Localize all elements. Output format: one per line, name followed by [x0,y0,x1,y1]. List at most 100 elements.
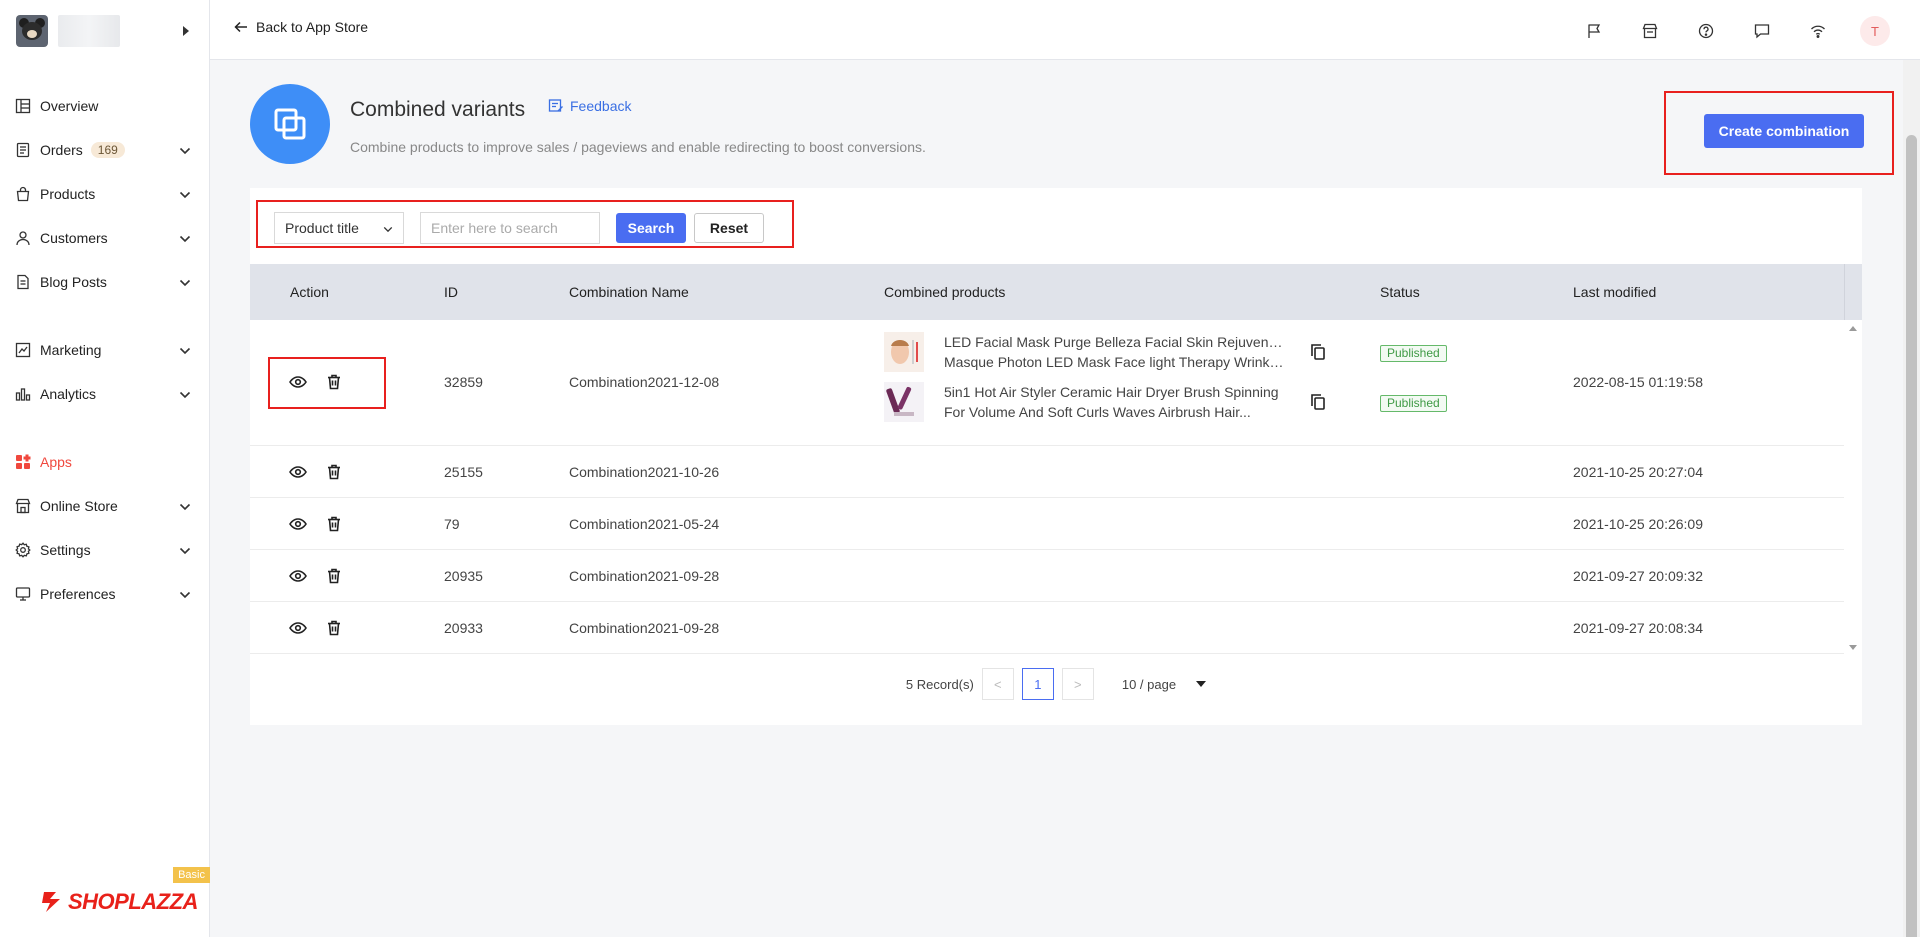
topbar-actions: T [1552,16,1890,46]
highlight-box [1664,91,1894,175]
sidebar-item-preferences[interactable]: Preferences [0,572,209,616]
chevron-down-icon[interactable] [179,586,191,602]
orders-count-badge: 169 [90,142,125,158]
wifi-icon[interactable] [1804,17,1832,45]
combined-variants-app-icon [250,84,330,164]
table-row: 25155 Combination2021-10-26 2021-10-25 2… [250,446,1844,498]
scroll-down-icon[interactable] [1849,645,1857,650]
column-header-modified: Last modified [1573,284,1657,300]
sidebar-item-blog-posts[interactable]: Blog Posts [0,260,209,304]
overview-icon [15,98,31,114]
eye-icon[interactable] [288,462,308,482]
brand-footer: Basic SHOPLAZZA [0,867,210,937]
shoplazza-mark-icon [40,889,64,915]
trash-icon[interactable] [324,618,344,638]
sidebar-item-label: Apps [40,454,72,470]
row-combination-name: Combination2021-10-26 [569,464,720,480]
eye-icon[interactable] [288,618,308,638]
chevron-down-icon[interactable] [179,186,191,202]
orders-icon [15,142,31,158]
plan-badge: Basic [173,867,210,883]
help-icon[interactable] [1692,17,1720,45]
monitor-icon [15,586,31,602]
copy-icon[interactable] [1310,393,1328,411]
row-id: 20935 [444,568,483,584]
combined-product: LED Facial Mask Purge Belleza Facial Ski… [884,332,1284,372]
row-combination-name: Combination2021-09-28 [569,568,720,584]
product-thumbnail [884,382,924,422]
row-combination-name: Combination2021-09-28 [569,620,720,636]
scroll-up-icon[interactable] [1849,326,1857,331]
column-header-products: Combined products [884,284,1006,300]
page-size-value: 10 / page [1121,676,1177,692]
row-id: 25155 [444,464,483,480]
chevron-down-icon[interactable] [179,542,191,558]
flag-icon[interactable] [1580,17,1608,45]
sidebar-item-label: Preferences [40,586,116,602]
row-last-modified: 2021-10-25 20:26:09 [1573,516,1703,532]
sidebar-nav: Overview Orders 169 Products Customers B… [0,84,209,616]
store-avatar [16,15,48,47]
product-title-line2: For Volume And Soft Curls Waves Airbrush… [944,404,1251,420]
sidebar-item-overview[interactable]: Overview [0,84,209,128]
product-title-line1: 5in1 Hot Air Styler Ceramic Hair Dryer B… [944,384,1279,400]
page-size-select[interactable]: 10 / page [1121,676,1207,692]
sidebar-item-customers[interactable]: Customers [0,216,209,260]
chevron-down-icon[interactable] [179,274,191,290]
sidebar-item-settings[interactable]: Settings [0,528,209,572]
next-page-button[interactable]: > [1061,668,1094,700]
back-to-app-store-link[interactable]: Back to App Store [234,19,368,35]
trash-icon[interactable] [324,462,344,482]
chevron-down-icon[interactable] [179,142,191,158]
page-scrollbar[interactable] [1903,60,1920,937]
marketing-icon [15,342,31,358]
sidebar-item-label: Online Store [40,498,118,514]
prev-page-button[interactable]: < [981,668,1014,700]
chevron-down-icon[interactable] [179,386,191,402]
chevron-down-icon[interactable] [179,498,191,514]
product-title: LED Facial Mask Purge Belleza Facial Ski… [944,332,1284,372]
sidebar-item-analytics[interactable]: Analytics [0,372,209,416]
trash-icon[interactable] [324,566,344,586]
user-avatar[interactable]: T [1860,16,1890,46]
store-switcher[interactable] [0,0,209,62]
chat-icon[interactable] [1748,17,1776,45]
record-count: 5 Record(s) [905,676,974,692]
analytics-icon [15,386,31,402]
sidebar-item-label: Settings [40,542,91,558]
combinations-card: Product title Search Reset Action ID Com… [250,188,1862,725]
column-header-id: ID [444,284,458,300]
row-last-modified: 2021-09-27 20:09:32 [1573,568,1703,584]
status-badge: Published [1380,345,1447,362]
row-last-modified: 2022-08-15 01:19:58 [1573,374,1703,390]
eye-icon[interactable] [288,566,308,586]
sidebar-item-label: Marketing [40,342,102,358]
blog-icon [15,274,31,290]
caret-right-icon[interactable] [183,26,189,36]
feedback-label: Feedback [570,98,632,114]
gear-icon [15,542,31,558]
trash-icon[interactable] [324,514,344,534]
page-scrollbar-thumb[interactable] [1906,135,1917,937]
sidebar-item-label: Analytics [40,386,97,402]
chevron-down-icon[interactable] [179,342,191,358]
edit-note-icon [548,99,563,112]
eye-icon[interactable] [288,514,308,534]
sidebar-item-orders[interactable]: Orders 169 [0,128,209,172]
sidebar: Overview Orders 169 Products Customers B… [0,0,210,937]
product-thumbnail [884,332,924,372]
page-1-button[interactable]: 1 [1021,668,1054,700]
sidebar-item-products[interactable]: Products [0,172,209,216]
table-scrollbar[interactable] [1844,320,1862,656]
sidebar-item-marketing[interactable]: Marketing [0,328,209,372]
sidebar-item-apps[interactable]: Apps [0,440,209,484]
column-header-name: Combination Name [569,284,689,300]
storefront-icon[interactable] [1636,17,1664,45]
row-actions [288,462,360,482]
feedback-link[interactable]: Feedback [548,98,631,114]
sidebar-item-online-store[interactable]: Online Store [0,484,209,528]
product-title: 5in1 Hot Air Styler Ceramic Hair Dryer B… [944,382,1284,422]
store-icon [15,498,31,514]
copy-icon[interactable] [1310,343,1328,361]
chevron-down-icon[interactable] [179,230,191,246]
